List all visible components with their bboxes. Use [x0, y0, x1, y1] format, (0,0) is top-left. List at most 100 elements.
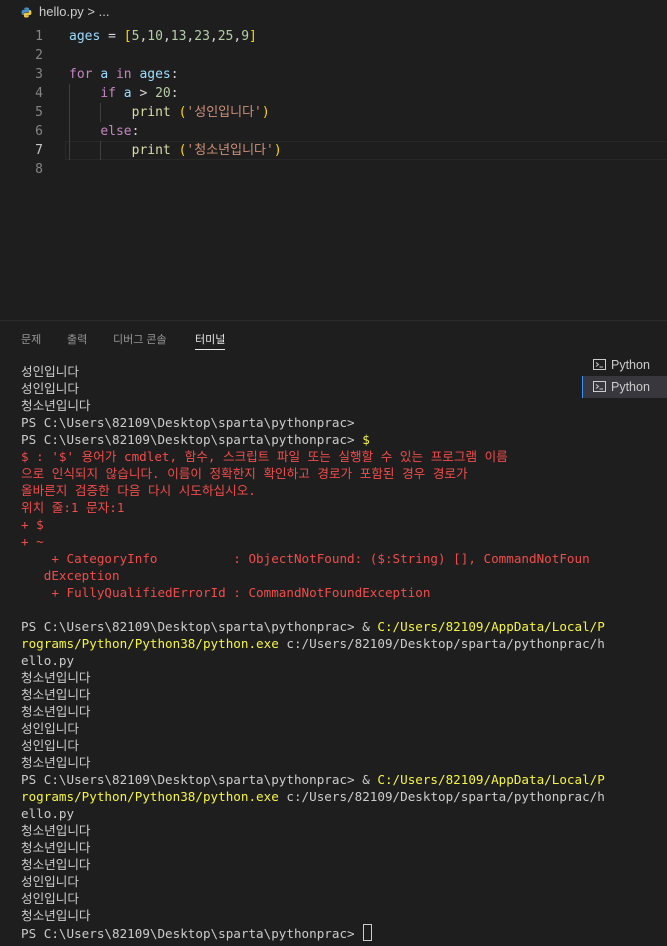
terminal-line: 올바른지 검증한 다음 다시 시도하십시오.	[21, 482, 569, 499]
terminal-output[interactable]: 성인입니다 성인입니다 청소년입니다 PS C:\Users\82109\Deskto…	[21, 363, 605, 941]
bottom-panel: 문제 출력 디버그 콘솔 터미널 성인입니다 성인입니다 청소년입니다 PS C:\User…	[0, 320, 667, 946]
code-token: for	[69, 67, 93, 82]
code-line[interactable]: 2	[0, 46, 667, 65]
terminal-text: 청소년입니다	[21, 857, 91, 872]
breadcrumb-path[interactable]: hello.py > ...	[39, 4, 109, 19]
code-token: ages	[69, 29, 101, 44]
code-token: '성인입니다'	[186, 105, 262, 120]
tab-terminal[interactable]: 터미널	[195, 331, 226, 350]
code-token: )	[273, 143, 282, 158]
code-editor[interactable]: 1 ages = [5,10,13,23,25,9] 2 3 for a in ages…	[0, 22, 667, 320]
terminal-line: 성인입니다	[21, 737, 569, 754]
terminal-instance-label: Python	[611, 358, 650, 372]
terminal-cursor[interactable]	[363, 924, 373, 941]
terminal-line: PS C:\Users\82109\Desktop\sparta\pythonp…	[21, 924, 569, 941]
terminal-text: 올바른지 검증한 다음 다시 시도하십시오.	[21, 483, 256, 498]
terminal-instance[interactable]: Python	[582, 354, 667, 376]
terminal-text: 성인입니다	[21, 738, 79, 753]
code-text[interactable]: for a in ages:	[69, 65, 179, 84]
terminal-text: 성인입니다	[21, 891, 79, 906]
code-token: 9	[241, 29, 250, 44]
terminal-text: c:/Users/82109/Desktop/sparta/pythonprac…	[278, 789, 605, 804]
code-token: :	[170, 86, 179, 101]
terminal-line: + ~	[21, 533, 569, 550]
terminal-icon	[593, 359, 606, 370]
tab-problems[interactable]: 문제	[21, 331, 41, 347]
terminal-text: 청소년입니다	[21, 840, 91, 855]
terminal-list: Python Python	[582, 354, 667, 398]
terminal-text: C:/Users/82109/AppData/Local/P	[377, 619, 605, 634]
terminal-line: PS C:\Users\82109\Desktop\sparta\pythonp…	[21, 771, 605, 788]
terminal-text: PS C:\Users\82109\Desktop\sparta\pythonp…	[21, 415, 355, 430]
code-token: 23	[194, 29, 210, 44]
terminal-text: 성인입니다	[21, 381, 79, 396]
code-token: a	[123, 86, 132, 101]
code-line[interactable]: 3 for a in ages:	[0, 65, 667, 84]
line-number: 7	[35, 143, 43, 158]
code-line[interactable]: 6 else:	[0, 122, 667, 141]
terminal-text: + CategoryInfo : ObjectNotFound: ($:Stri…	[21, 551, 590, 566]
terminal-instance-label: Python	[611, 380, 650, 394]
line-number: 6	[35, 124, 43, 139]
terminal-text: PS C:\Users\82109\Desktop\sparta\pythonp…	[21, 619, 378, 634]
indent-guide	[69, 84, 70, 160]
terminal-line: ello.py	[21, 805, 569, 822]
code-text[interactable]: if a > 20:	[69, 84, 179, 103]
code-text[interactable]: ages = [5,10,13,23,25,9]	[69, 27, 257, 46]
code-token: ages	[139, 67, 171, 82]
terminal-text: PS C:\Users\82109\Desktop\sparta\pythonp…	[21, 772, 378, 787]
indent-guide	[100, 141, 102, 160]
line-number: 3	[35, 67, 43, 82]
terminal-line: 청소년입니다	[21, 839, 569, 856]
code-token: if	[100, 86, 116, 101]
tab-output[interactable]: 출력	[67, 331, 87, 347]
code-token: a	[100, 67, 109, 82]
terminal-line: 성인입니다	[21, 873, 569, 890]
terminal-instance[interactable]: Python	[582, 376, 667, 398]
terminal-text: $ : '$' 용어가 cmdlet, 함수, 스크립트 파일 또는 실행할 수…	[21, 449, 508, 464]
terminal-line: PS C:\Users\82109\Desktop\sparta\pythonp…	[21, 618, 605, 635]
terminal-text: 성인입니다	[21, 874, 79, 889]
terminal-line: 으로 인식되지 않습니다. 이름이 정확한지 확인하고 경로가 포함된 경우 경…	[21, 465, 569, 482]
code-text[interactable]: else:	[69, 122, 139, 141]
breadcrumb-tail[interactable]: > ...	[84, 4, 109, 19]
breadcrumb-file[interactable]: hello.py	[39, 4, 84, 19]
terminal-text: C:/Users/82109/AppData/Local/P	[377, 772, 605, 787]
terminal-line: 청소년입니다	[21, 907, 569, 924]
breadcrumb[interactable]: hello.py > ...	[0, 0, 667, 22]
terminal-line: + FullyQualifiedErrorId : CommandNotFoun…	[21, 584, 569, 601]
terminal-text: PS C:\Users\82109\Desktop\sparta\pythonp…	[21, 432, 363, 447]
code-token: in	[115, 67, 132, 82]
terminal-text: 성인입니다	[21, 721, 79, 736]
code-line[interactable]: 1 ages = [5,10,13,23,25,9]	[0, 27, 667, 46]
terminal-text: 청소년입니다	[21, 704, 91, 719]
terminal-line: rograms/Python/Python38/python.exe c:/Us…	[21, 788, 605, 805]
terminal-line: + $	[21, 516, 569, 533]
code-text[interactable]: print ('성인입니다')	[69, 103, 270, 122]
line-number: 4	[35, 86, 43, 101]
terminal-line: dException	[21, 567, 569, 584]
tab-debug-console[interactable]: 디버그 콘솔	[113, 331, 167, 347]
code-token: '청소년입니다'	[186, 143, 274, 158]
code-line[interactable]: 8	[0, 160, 667, 179]
terminal-text: 성인입니다	[21, 364, 79, 379]
code-token: ,	[162, 29, 171, 44]
terminal-line: ello.py	[21, 652, 569, 669]
terminal-text: + $	[21, 517, 44, 532]
code-token: 10	[147, 29, 163, 44]
indent-guide	[100, 103, 102, 122]
code-token: :	[131, 124, 140, 139]
code-token: ,	[209, 29, 218, 44]
terminal-text: 위치 줄:1 문자:1	[21, 500, 125, 515]
code-token: print	[131, 105, 171, 120]
code-token: [	[123, 29, 132, 44]
code-line[interactable]: 4 if a > 20:	[0, 84, 667, 103]
terminal-line: 청소년입니다	[21, 754, 569, 771]
terminal-line: + CategoryInfo : ObjectNotFound: ($:Stri…	[21, 550, 589, 567]
code-token: )	[261, 105, 270, 120]
terminal-line: 청소년입니다	[21, 822, 569, 839]
